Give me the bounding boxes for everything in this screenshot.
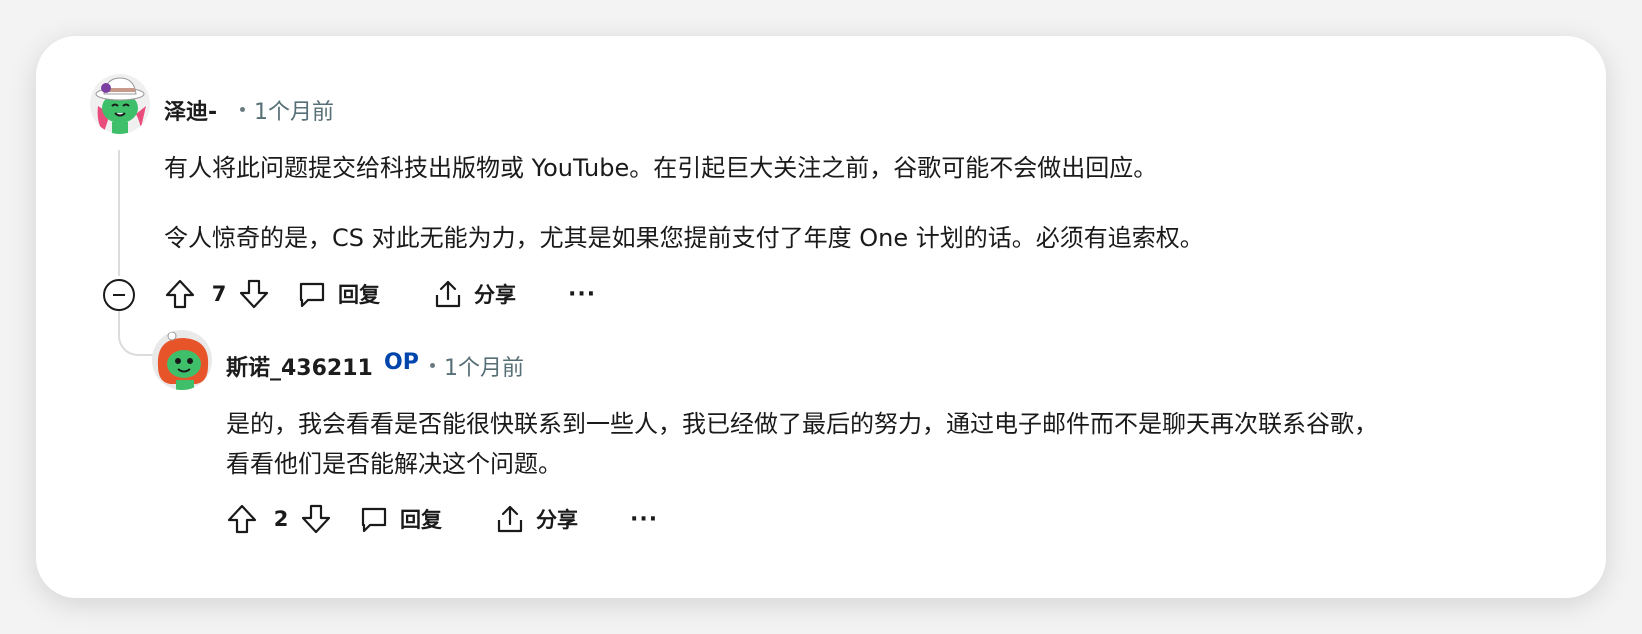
timestamp[interactable]: 1个月前 bbox=[444, 350, 524, 382]
downvote-button[interactable] bbox=[238, 278, 270, 310]
comment-thread-card: 泽迪- 1个月前 有人将此问题提交给科技出版物或 YouTube。在引起巨大关注… bbox=[36, 36, 1606, 598]
timestamp[interactable]: 1个月前 bbox=[254, 94, 334, 126]
thread-connector bbox=[118, 318, 156, 356]
comment-body-line: 是的，我会看看是否能很快联系到一些人，我已经做了最后的努力，通过电子邮件而不是聊… bbox=[226, 410, 1378, 438]
avatar[interactable] bbox=[152, 330, 212, 390]
vote-score: 7 bbox=[211, 282, 227, 306]
more-options-button[interactable]: ··· bbox=[568, 282, 596, 307]
username[interactable]: 斯诺_436211 bbox=[226, 350, 373, 382]
share-button[interactable]: 分享 bbox=[494, 503, 578, 535]
vote-score: 2 bbox=[273, 507, 289, 531]
thread-line[interactable] bbox=[118, 150, 120, 276]
upvote-icon bbox=[227, 504, 257, 534]
comment-body-paragraph: 令人惊奇的是，CS 对此无能为力，尤其是如果您提前支付了年度 One 计划的话。… bbox=[164, 224, 1204, 252]
username[interactable]: 泽迪- bbox=[164, 94, 217, 126]
share-button[interactable]: 分享 bbox=[432, 278, 516, 310]
collapse-thread-button[interactable] bbox=[103, 279, 135, 311]
share-icon bbox=[435, 280, 461, 308]
upvote-button[interactable] bbox=[226, 503, 258, 535]
upvote-icon bbox=[165, 279, 195, 309]
more-options-button[interactable]: ··· bbox=[630, 507, 658, 532]
comment-action-row: 2 回复 分享 ··· bbox=[226, 499, 658, 539]
snoo-avatar-image bbox=[90, 74, 150, 134]
meta-separator-dot bbox=[240, 107, 245, 112]
comment-body-line: 看看他们是否能解决这个问题。 bbox=[226, 450, 562, 478]
meta-separator-dot bbox=[430, 363, 435, 368]
upvote-button[interactable] bbox=[164, 278, 196, 310]
reply-button[interactable]: 回复 bbox=[358, 503, 442, 535]
comment-bubble-icon bbox=[299, 282, 325, 308]
downvote-icon bbox=[301, 504, 331, 534]
downvote-button[interactable] bbox=[300, 503, 332, 535]
comment-bubble-icon bbox=[361, 507, 387, 533]
comment-body-paragraph: 有人将此问题提交给科技出版物或 YouTube。在引起巨大关注之前，谷歌可能不会… bbox=[164, 154, 1158, 182]
comment-action-row: 7 回复 分享 ··· bbox=[164, 274, 596, 314]
share-label: 分享 bbox=[536, 508, 578, 532]
reply-button[interactable]: 回复 bbox=[296, 278, 380, 310]
share-icon bbox=[497, 505, 523, 533]
reply-label: 回复 bbox=[338, 283, 380, 307]
reply-label: 回复 bbox=[400, 508, 442, 532]
snoo-avatar-image bbox=[152, 330, 212, 390]
op-badge: OP bbox=[384, 350, 419, 375]
share-label: 分享 bbox=[474, 283, 516, 307]
downvote-icon bbox=[239, 279, 269, 309]
collapse-icon bbox=[113, 294, 125, 296]
avatar[interactable] bbox=[90, 74, 150, 134]
